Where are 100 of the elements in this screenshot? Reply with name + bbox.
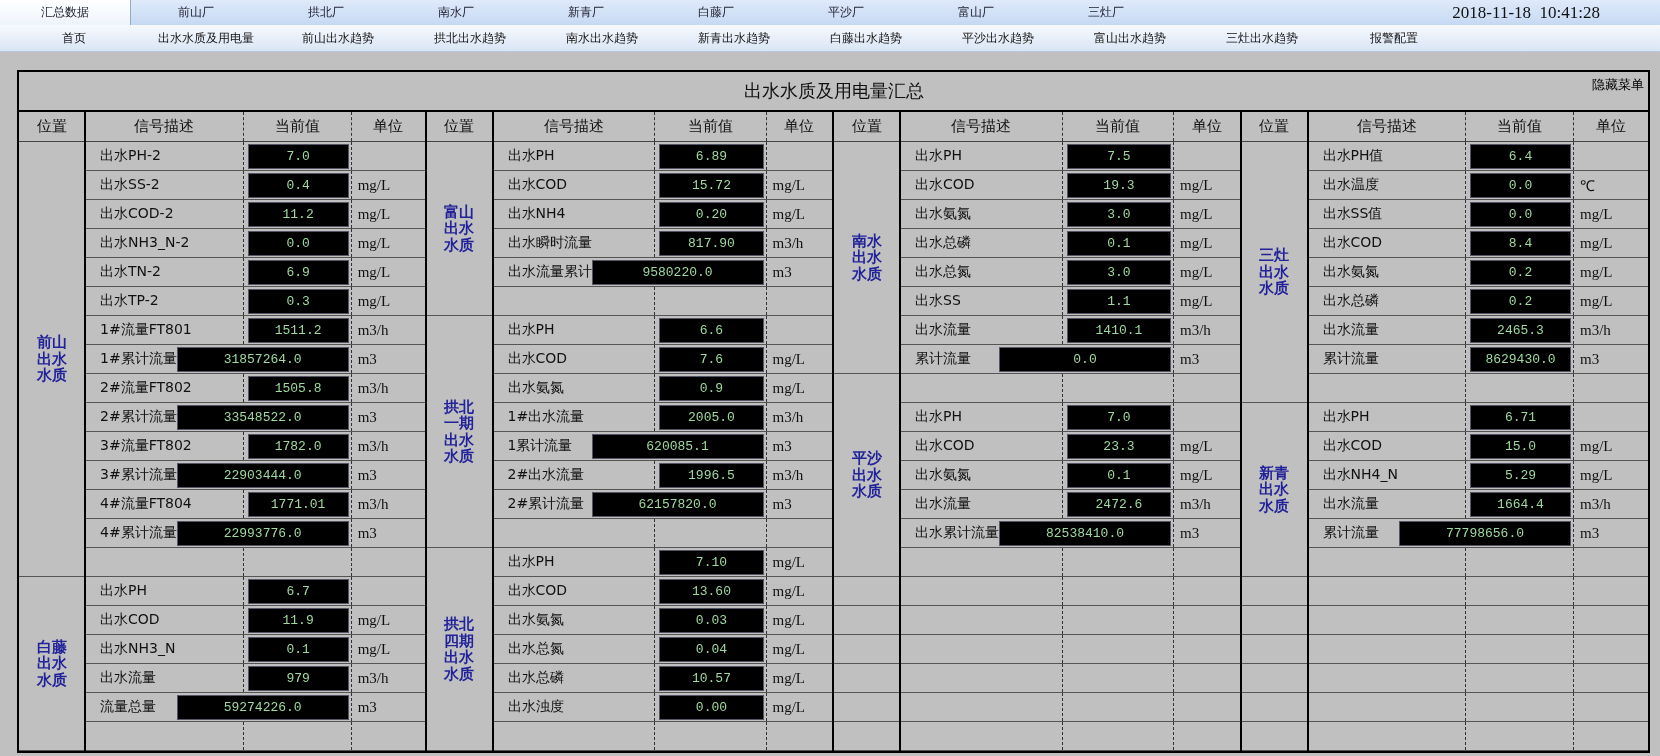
signal-label: 出水总氮 bbox=[915, 263, 971, 279]
value-display: 77798656.0 bbox=[1399, 520, 1571, 546]
plant-tab[interactable]: 平沙厂 bbox=[781, 0, 911, 25]
unit-label: m3 bbox=[1180, 350, 1200, 367]
unit-label: mg/L bbox=[772, 582, 805, 599]
nav-link[interactable]: 首页 bbox=[8, 29, 140, 47]
signal-label: 出水氨氮 bbox=[915, 466, 971, 482]
hide-menu-button[interactable]: 隐藏菜单 bbox=[1592, 76, 1644, 94]
unit-label: m3/h bbox=[1180, 495, 1211, 512]
signal-label: 累计流量 bbox=[915, 350, 971, 368]
nav-link[interactable]: 出水水质及用电量 bbox=[140, 29, 272, 47]
unit-label: m3/h bbox=[1180, 321, 1211, 338]
location-label: 三灶出水水质 bbox=[1259, 247, 1289, 297]
value-display: 0.1 bbox=[1066, 462, 1171, 488]
value-display: 2005.0 bbox=[659, 404, 764, 430]
signal-label: 出水TP-2 bbox=[100, 292, 159, 308]
nav-link[interactable]: 三灶出水趋势 bbox=[1196, 29, 1328, 47]
signal-label: 出水PH bbox=[507, 321, 555, 337]
unit-label: m3 bbox=[772, 437, 792, 454]
signal-label: 2#出水流量 bbox=[507, 466, 585, 482]
signal-label: 出水SS值 bbox=[1322, 205, 1383, 221]
plant-tab[interactable]: 拱北厂 bbox=[261, 0, 391, 25]
value-display: 10.57 bbox=[659, 665, 764, 691]
signal-label: 3#流量FT802 bbox=[100, 437, 192, 453]
location-label: 拱北四期出水水质 bbox=[444, 616, 474, 682]
panel-title: 出水水质及用电量汇总 bbox=[743, 79, 924, 103]
column-header: 位置 bbox=[1241, 112, 1308, 142]
value-display: 0.04 bbox=[659, 636, 764, 662]
column-header: 当前值 bbox=[1062, 112, 1174, 142]
unit-label: m3 bbox=[1180, 524, 1200, 541]
nav-link[interactable]: 拱北出水趋势 bbox=[404, 29, 536, 47]
unit-label: m3/h bbox=[357, 495, 389, 512]
unit-label: mg/L bbox=[1180, 263, 1213, 280]
signal-label: 出水总磷 bbox=[1322, 292, 1379, 308]
unit-label: mg/L bbox=[357, 205, 391, 222]
signal-label: 出水PH值 bbox=[1322, 147, 1384, 163]
value-display: 1410.1 bbox=[1066, 317, 1171, 343]
column-header: 单位 bbox=[1573, 112, 1648, 142]
value-display: 979 bbox=[247, 665, 349, 691]
unit-label: mg/L bbox=[1180, 205, 1213, 222]
plant-tab[interactable]: 前山厂 bbox=[131, 0, 261, 25]
unit-label: m3 bbox=[357, 698, 377, 715]
value-display: 1664.4 bbox=[1470, 491, 1571, 517]
value-display: 620085.1 bbox=[591, 433, 764, 459]
unit-label: mg/L bbox=[772, 611, 805, 628]
column-header: 单位 bbox=[766, 112, 833, 142]
value-display: 8629430.0 bbox=[1470, 346, 1571, 372]
nav-link[interactable]: 富山出水趋势 bbox=[1064, 29, 1196, 47]
plant-tab[interactable]: 白藤厂 bbox=[651, 0, 781, 25]
plant-tab[interactable]: 南水厂 bbox=[391, 0, 521, 25]
unit-label: mg/L bbox=[357, 234, 391, 251]
nav-link[interactable]: 平沙出水趋势 bbox=[932, 29, 1064, 47]
plant-tab[interactable]: 新青厂 bbox=[521, 0, 651, 25]
value-display: 1771.01 bbox=[247, 491, 349, 517]
unit-label: mg/L bbox=[772, 698, 805, 715]
value-display: 7.10 bbox=[659, 549, 764, 575]
signal-label: 出水浊度 bbox=[507, 698, 564, 714]
nav-link[interactable]: 报警配置 bbox=[1328, 29, 1460, 47]
value-display: 1.1 bbox=[1066, 288, 1171, 314]
unit-label: m3/h bbox=[1580, 321, 1611, 338]
signal-label: 出水总磷 bbox=[915, 234, 971, 250]
signal-label: 出水COD bbox=[915, 176, 975, 192]
unit-label: m3 bbox=[357, 466, 377, 483]
signal-label: 出水COD-2 bbox=[100, 205, 174, 221]
value-display: 9580220.0 bbox=[591, 259, 764, 285]
value-display: 1996.5 bbox=[659, 462, 764, 488]
plant-tab[interactable]: 汇总数据 bbox=[0, 0, 131, 25]
value-display: 1782.0 bbox=[247, 433, 349, 459]
unit-label: mg/L bbox=[1580, 234, 1613, 251]
unit-label: m3 bbox=[772, 495, 792, 512]
unit-label: mg/L bbox=[1580, 437, 1613, 454]
nav-link[interactable]: 南水出水趋势 bbox=[536, 29, 668, 47]
nav-link[interactable]: 前山出水趋势 bbox=[272, 29, 404, 47]
plant-tab[interactable]: 三灶厂 bbox=[1041, 0, 1171, 25]
unit-label: m3/h bbox=[357, 379, 389, 396]
value-display: 0.2 bbox=[1470, 288, 1571, 314]
value-display: 6.7 bbox=[247, 578, 349, 604]
location-label: 拱北一期出水水质 bbox=[444, 398, 474, 465]
plant-tab[interactable]: 富山厂 bbox=[911, 0, 1041, 25]
signal-label: 1#出水流量 bbox=[507, 408, 585, 424]
value-display: 7.0 bbox=[247, 143, 349, 169]
value-display: 23.3 bbox=[1066, 433, 1171, 459]
signal-label: 出水流量 bbox=[915, 495, 971, 511]
unit-label: m3 bbox=[357, 524, 377, 541]
nav-link[interactable]: 新青出水趋势 bbox=[668, 29, 800, 47]
unit-label: m3 bbox=[357, 350, 377, 367]
signal-label: 出水COD bbox=[507, 350, 568, 366]
signal-label: 出水PH bbox=[1322, 408, 1370, 424]
signal-label: 出水SS-2 bbox=[100, 176, 160, 192]
unit-label: mg/L bbox=[772, 176, 805, 193]
signal-label: 出水COD bbox=[507, 582, 568, 598]
nav-link[interactable]: 白藤出水趋势 bbox=[800, 29, 932, 47]
value-display: 22993776.0 bbox=[176, 520, 349, 546]
signal-label: 出水COD bbox=[100, 611, 160, 627]
unit-label: mg/L bbox=[772, 350, 805, 367]
column-header: 位置 bbox=[426, 112, 493, 142]
unit-label: m3 bbox=[1580, 350, 1600, 367]
signal-label: 1#流量FT801 bbox=[100, 321, 192, 337]
value-display: 5.29 bbox=[1470, 462, 1571, 488]
signal-label: 出水COD bbox=[507, 176, 568, 192]
